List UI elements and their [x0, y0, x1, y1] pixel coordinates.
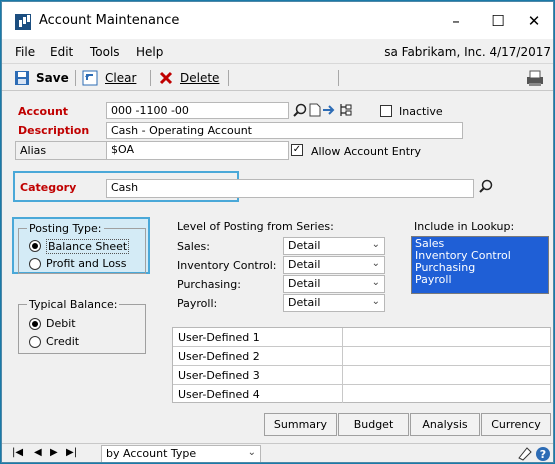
menu-file[interactable]: File [15, 45, 35, 59]
user-defined-3-field[interactable] [342, 366, 550, 384]
profit-loss-radio[interactable] [29, 258, 41, 270]
budget-button[interactable]: Budget [338, 413, 409, 436]
user-defined-label: User-Defined 2 [178, 350, 260, 363]
sort-by-select[interactable]: by Account Type ⌄ [101, 445, 261, 462]
inventory-posting-label: Inventory Control: [177, 259, 277, 272]
chevron-down-icon: ⌄ [371, 277, 380, 288]
lookup-icon[interactable] [479, 179, 493, 193]
analysis-button[interactable]: Analysis [410, 413, 480, 436]
credit-radio[interactable] [29, 336, 41, 348]
account-maintenance-window: Account Maintenance – ☐ ✕ File Edit Tool… [1, 1, 554, 463]
chevron-down-icon: ⌄ [247, 447, 256, 458]
new-document-icon[interactable] [309, 103, 321, 117]
printer-icon[interactable] [524, 68, 546, 88]
clear-button[interactable]: Clear [105, 71, 136, 85]
company-info: sa Fabrikam, Inc. 4/17/2017 [384, 45, 551, 59]
alias-field[interactable]: $OA [106, 141, 289, 160]
chevron-down-icon: ⌄ [371, 296, 380, 307]
close-button[interactable]: ✕ [514, 10, 553, 32]
menu-edit[interactable]: Edit [50, 45, 73, 59]
user-defined-label: User-Defined 1 [178, 331, 260, 344]
alias-label: Alias [20, 144, 47, 157]
toolbar: Save Clear Delete [2, 63, 553, 91]
user-defined-row: User-Defined 2 [173, 347, 550, 366]
sales-posting-select[interactable]: Detail ⌄ [283, 237, 385, 255]
debit-label[interactable]: Debit [46, 317, 76, 330]
include-lookup-title: Include in Lookup: [414, 220, 515, 233]
user-defined-row: User-Defined 4 [173, 385, 550, 404]
maximize-button[interactable]: ☐ [478, 10, 518, 32]
inactive-checkbox[interactable] [380, 105, 392, 117]
debit-radio[interactable] [29, 318, 41, 330]
profit-loss-label[interactable]: Profit and Loss [46, 257, 127, 270]
delete-icon[interactable] [158, 70, 174, 86]
bottom-bar: |◀ ◀ ▶ ▶| by Account Type ⌄ ? [2, 443, 553, 462]
toolbar-separator [338, 70, 339, 86]
help-icon[interactable]: ? [535, 446, 551, 462]
lookup-icon[interactable] [293, 103, 307, 117]
purchasing-posting-select[interactable]: Detail ⌄ [283, 275, 385, 293]
level-of-posting-title: Level of Posting from Series: [177, 220, 334, 233]
balance-sheet-radio[interactable] [29, 240, 41, 252]
category-field[interactable]: Cash [106, 179, 474, 198]
clear-icon[interactable] [82, 70, 98, 86]
app-icon [15, 14, 31, 30]
window-title: Account Maintenance [39, 13, 180, 28]
minimize-button[interactable]: – [436, 10, 476, 32]
summary-button[interactable]: Summary [264, 413, 337, 436]
svg-text:?: ? [540, 448, 546, 461]
note-icon[interactable] [517, 446, 533, 462]
chevron-down-icon: ⌄ [371, 258, 380, 269]
lookup-item-payroll[interactable]: Payroll [415, 274, 545, 286]
purchasing-posting-label: Purchasing: [177, 278, 241, 291]
last-record-icon[interactable]: ▶| [66, 447, 77, 458]
typical-balance-title: Typical Balance: [27, 298, 120, 311]
menu-bar: File Edit Tools Help sa Fabrikam, Inc. 4… [2, 40, 553, 62]
previous-record-icon[interactable]: ◀ [34, 447, 42, 458]
inactive-label: Inactive [399, 105, 443, 118]
hierarchy-icon[interactable] [338, 103, 352, 117]
arrow-right-icon[interactable] [322, 104, 336, 116]
payroll-posting-select[interactable]: Detail ⌄ [283, 294, 385, 312]
user-defined-grid: User-Defined 1 User-Defined 2 User-Defin… [172, 327, 551, 403]
next-record-icon[interactable]: ▶ [50, 447, 58, 458]
account-label: Account [18, 105, 69, 118]
include-lookup-list[interactable]: Sales Inventory Control Purchasing Payro… [411, 236, 549, 294]
balance-sheet-label[interactable]: Balance Sheet [46, 239, 130, 254]
alias-label-box: Alias [15, 141, 106, 160]
currency-button[interactable]: Currency [481, 413, 551, 436]
delete-button[interactable]: Delete [180, 71, 219, 85]
user-defined-label: User-Defined 3 [178, 369, 260, 382]
allow-entry-checkbox[interactable]: ✓ [291, 144, 303, 156]
toolbar-separator [150, 70, 151, 86]
category-label: Category [20, 181, 77, 194]
toolbar-separator [228, 70, 229, 86]
posting-type-title: Posting Type: [27, 222, 104, 235]
save-icon[interactable] [14, 70, 30, 86]
credit-label[interactable]: Credit [46, 335, 79, 348]
sales-posting-label: Sales: [177, 240, 210, 253]
first-record-icon[interactable]: |◀ [12, 447, 23, 458]
description-field[interactable]: Cash - Operating Account [106, 122, 463, 139]
title-bar: Account Maintenance – ☐ ✕ [2, 2, 553, 39]
menu-tools[interactable]: Tools [90, 45, 120, 59]
inventory-posting-select[interactable]: Detail ⌄ [283, 256, 385, 274]
user-defined-2-field[interactable] [342, 347, 550, 365]
save-button[interactable]: Save [36, 71, 69, 85]
user-defined-label: User-Defined 4 [178, 388, 260, 401]
allow-entry-label: Allow Account Entry [311, 145, 422, 158]
description-label: Description [18, 124, 90, 137]
user-defined-row: User-Defined 1 [173, 328, 550, 347]
user-defined-4-field[interactable] [342, 385, 550, 403]
chevron-down-icon: ⌄ [371, 239, 380, 250]
payroll-posting-label: Payroll: [177, 297, 218, 310]
user-defined-row: User-Defined 3 [173, 366, 550, 385]
user-defined-1-field[interactable] [342, 328, 550, 346]
account-field[interactable]: 000 -1100 -00 [106, 102, 289, 119]
toolbar-separator [75, 70, 76, 86]
menu-help[interactable]: Help [136, 45, 163, 59]
